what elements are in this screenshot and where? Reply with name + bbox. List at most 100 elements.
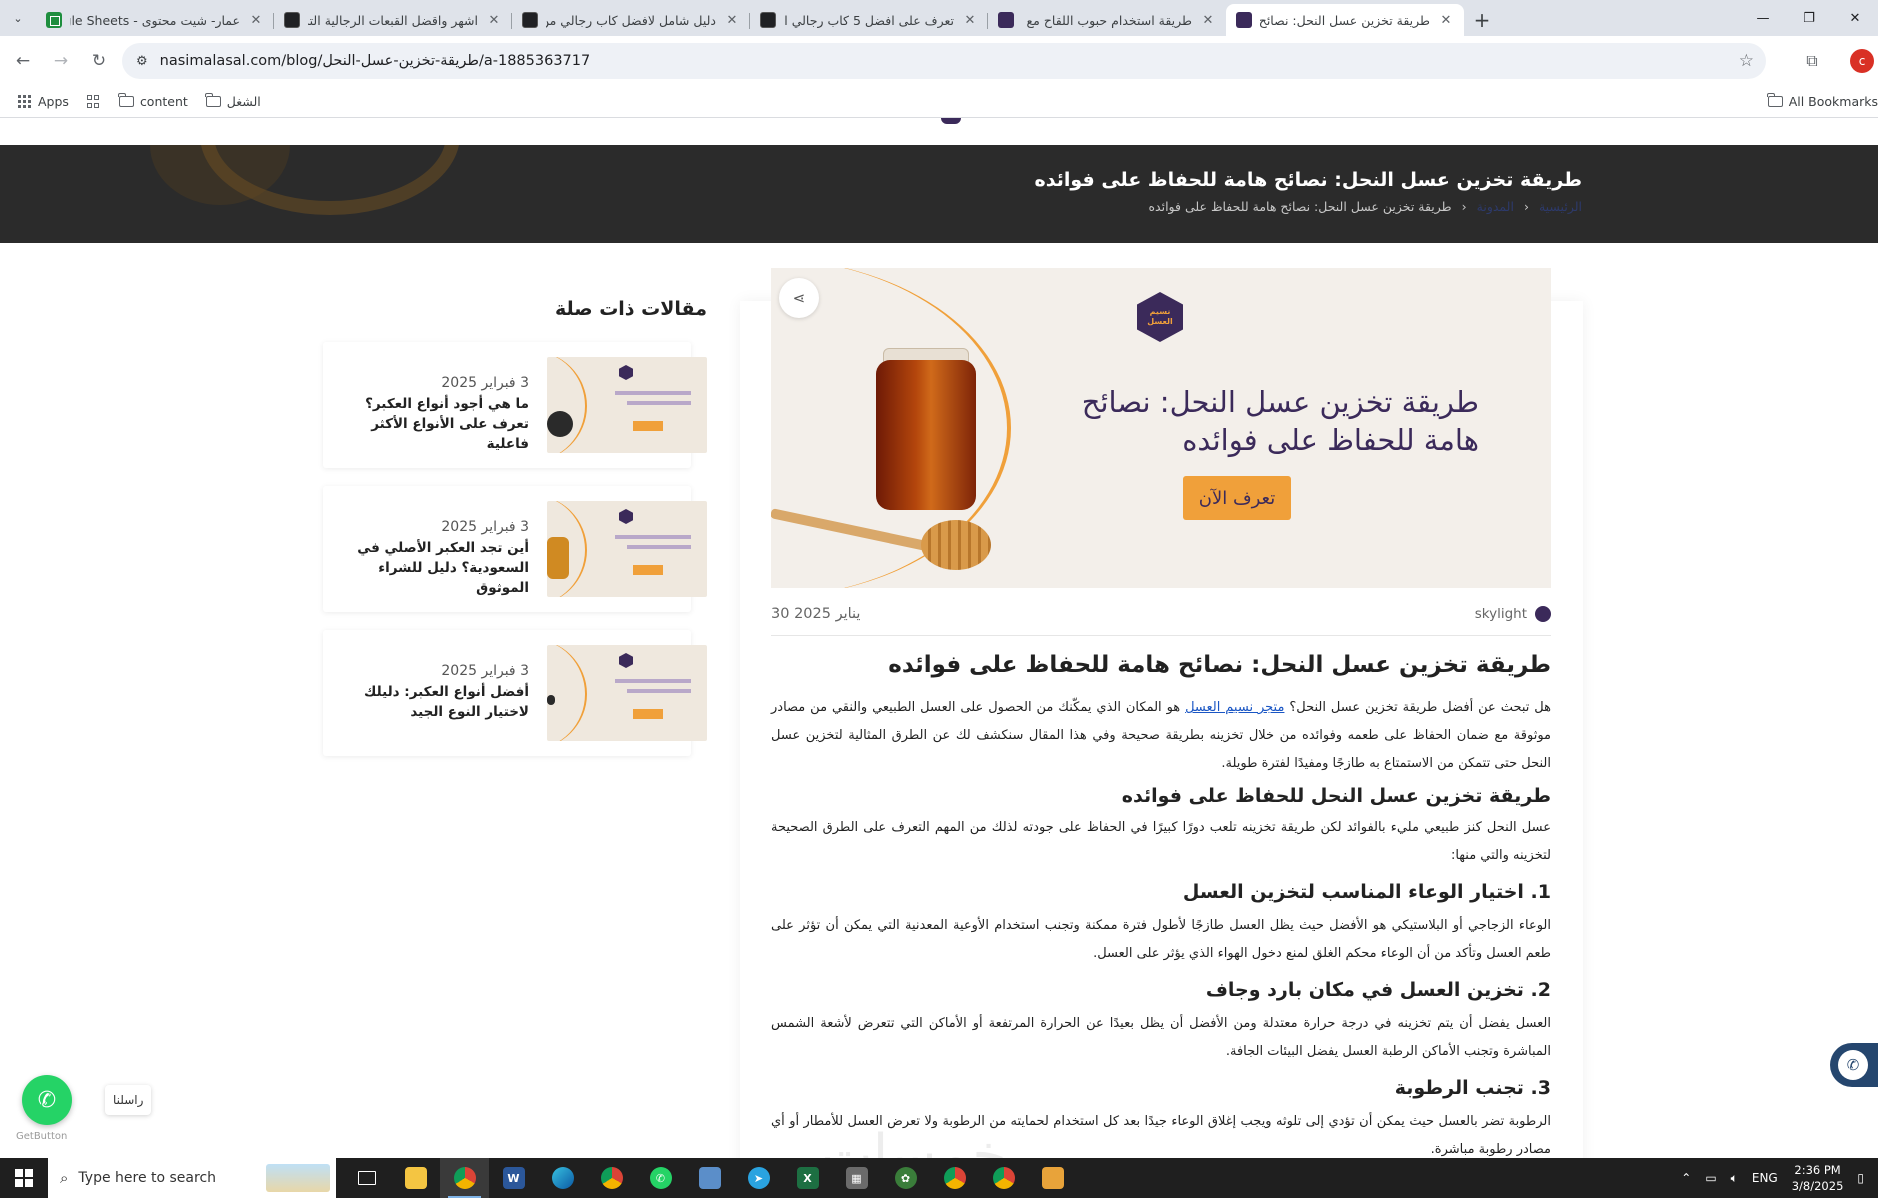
- bookmark-label: Apps: [38, 94, 69, 109]
- close-icon[interactable]: ✕: [1438, 13, 1454, 28]
- forward-button[interactable]: →: [42, 43, 80, 79]
- tab-google-sheets[interactable]: عمار- شيت محتوى - Google Sheets ✕: [36, 4, 274, 36]
- taskbar-clock[interactable]: 2:36 PM 3/8/2025: [1792, 1162, 1844, 1194]
- language-indicator[interactable]: ENG: [1752, 1171, 1778, 1185]
- address-bar[interactable]: ⚙ nasimalasal.com/blog/طريقة-تخزين-عسل-ا…: [122, 43, 1766, 79]
- window-controls: — ❐ ✕: [1740, 0, 1878, 36]
- tab-search-button[interactable]: ⌄: [0, 0, 36, 36]
- profile-avatar[interactable]: c: [1850, 49, 1874, 73]
- document-app-icon: [1041, 1167, 1064, 1189]
- whatsapp-chat-button[interactable]: ✆: [22, 1075, 72, 1125]
- section-heading: طريقة تخزين عسل النحل للحفاظ على فوائده: [1121, 785, 1551, 807]
- whatsapp-side-button[interactable]: ✆: [1830, 1043, 1878, 1087]
- related-article-card[interactable]: 3 فبراير 2025 ما هي أجود أنواع العكبر؟ ت…: [323, 342, 707, 468]
- related-article-title[interactable]: أفضل أنواع العكبر: دليلك لاختيار النوع ا…: [349, 682, 529, 722]
- site-logo-peek[interactable]: [941, 118, 961, 124]
- bookmark-folder-work[interactable]: الشغل: [205, 93, 261, 109]
- site-info-icon[interactable]: ⚙: [136, 54, 148, 69]
- whatsapp-chat-label[interactable]: راسلنا: [105, 1085, 152, 1115]
- back-button[interactable]: ←: [4, 43, 42, 79]
- telegram-button[interactable]: ➤: [734, 1158, 783, 1198]
- start-button[interactable]: [0, 1158, 48, 1198]
- notification-icon[interactable]: ▯: [1857, 1171, 1864, 1185]
- chrome-icon: [992, 1167, 1015, 1189]
- folder-icon: [118, 93, 134, 107]
- task-view-button[interactable]: [342, 1158, 391, 1198]
- arrow-left-icon: ←: [15, 51, 31, 71]
- share-icon: ⋖: [792, 289, 806, 307]
- tab-title: طريقة تخزين عسل النحل: نصائح ه: [1260, 12, 1430, 28]
- hero-background-decoration: [200, 145, 460, 215]
- banner-cta-button[interactable]: تعرف الآن: [1183, 476, 1291, 520]
- related-article-title[interactable]: ما هي أجود أنواع العكبر؟ تعرف على الأنوا…: [349, 394, 529, 454]
- breadcrumb-home-link[interactable]: الرئيسية: [1539, 199, 1582, 214]
- extensions-icon[interactable]: ⧉: [1794, 43, 1830, 79]
- word-button[interactable]: W: [489, 1158, 538, 1198]
- file-explorer-button[interactable]: [391, 1158, 440, 1198]
- article-author: skylight: [1475, 606, 1551, 622]
- close-icon[interactable]: ✕: [724, 13, 740, 28]
- tab-caps-3[interactable]: تعرف على افضل 5 كاب رجالي اد ✕: [750, 4, 988, 36]
- window-close-icon[interactable]: ✕: [1832, 0, 1878, 36]
- chrome-button[interactable]: [440, 1158, 489, 1198]
- related-article-card[interactable]: 3 فبراير 2025 أين تجد العكبر الأصلي في ا…: [323, 486, 707, 612]
- chevron-up-icon[interactable]: ⌃: [1681, 1171, 1691, 1185]
- bookmark-apps[interactable]: Apps: [18, 94, 69, 109]
- bookmark-star-icon[interactable]: ☆: [1739, 51, 1754, 71]
- chrome-profile-button[interactable]: [930, 1158, 979, 1198]
- volume-icon[interactable]: 🔈︎: [1731, 1171, 1738, 1186]
- related-article-title[interactable]: أين تجد العكبر الأصلي في السعودية؟ دليل …: [349, 538, 529, 598]
- minimize-icon[interactable]: —: [1740, 0, 1786, 36]
- browser-toolbar: ← → ↻ ⚙ nasimalasal.com/blog/طريقة-تخزين…: [0, 36, 1878, 86]
- related-article-card[interactable]: 3 فبراير 2025 أفضل أنواع العكبر: دليلك ل…: [323, 630, 707, 756]
- close-icon[interactable]: ✕: [1200, 13, 1216, 28]
- bookmark-apps-launcher[interactable]: [86, 94, 101, 109]
- app-button[interactable]: ✿: [881, 1158, 930, 1198]
- whatsapp-icon: ✆: [649, 1167, 672, 1189]
- tab-title: تعرف على افضل 5 كاب رجالي اد: [784, 12, 954, 28]
- tab-strip: ⌄ عمار- شيت محتوى - Google Sheets ✕ اشهر…: [0, 0, 1878, 36]
- chrome-profile-button[interactable]: [979, 1158, 1028, 1198]
- clock-date: 3/8/2025: [1791, 1179, 1844, 1193]
- banner-headline: طريقة تخزين عسل النحل: نصائح هامة للحفاظ…: [1081, 385, 1479, 457]
- related-article-date: 3 فبراير 2025: [441, 375, 529, 391]
- share-button[interactable]: ⋖: [779, 278, 819, 318]
- close-icon[interactable]: ✕: [248, 13, 264, 28]
- close-icon[interactable]: ✕: [962, 13, 978, 28]
- article-date: 30 يناير 2025: [771, 606, 861, 622]
- app-button[interactable]: [685, 1158, 734, 1198]
- tab-caps-2[interactable]: دليل شامل لافضل كاب رجالي من ✕: [512, 4, 750, 36]
- getbutton-credit[interactable]: GetButton: [16, 1131, 67, 1142]
- tab-pollen[interactable]: طريقة استخدام حبوب اللقاح مع ا ✕: [988, 4, 1226, 36]
- site-favicon-icon: [284, 12, 300, 28]
- network-icon[interactable]: ▭: [1705, 1171, 1716, 1185]
- restore-icon[interactable]: ❐: [1786, 0, 1832, 36]
- calculator-button[interactable]: ▦: [832, 1158, 881, 1198]
- all-bookmarks[interactable]: All Bookmarks: [1767, 93, 1878, 109]
- url-text[interactable]: nasimalasal.com/blog/طريقة-تخزين-عسل-الن…: [160, 53, 591, 69]
- apps-icon: [86, 94, 101, 109]
- taskbar-search[interactable]: ⌕ Type here to search: [48, 1158, 336, 1198]
- chrome-profile-button[interactable]: [587, 1158, 636, 1198]
- close-icon[interactable]: ✕: [486, 13, 502, 28]
- reload-button[interactable]: ↻: [80, 43, 118, 79]
- brand-favicon-icon: [1236, 12, 1252, 28]
- tab-honey-storage-active[interactable]: طريقة تخزين عسل النحل: نصائح ه ✕: [1226, 4, 1464, 36]
- tab-caps-1[interactable]: اشهر واقضل القبعات الرجالية التر ✕: [274, 4, 512, 36]
- whatsapp-app-button[interactable]: ✆: [636, 1158, 685, 1198]
- edge-button[interactable]: [538, 1158, 587, 1198]
- bookmark-folder-content[interactable]: content: [118, 93, 188, 109]
- store-link[interactable]: متجر نسيم العسل: [1185, 700, 1284, 715]
- folder-icon: [404, 1167, 427, 1189]
- apps-grid-icon: [18, 94, 32, 109]
- article-meta: 30 يناير 2025 skylight: [771, 606, 1551, 636]
- breadcrumb-blog-link[interactable]: المدونة: [1477, 199, 1514, 214]
- new-tab-button[interactable]: +: [1464, 4, 1500, 36]
- app-button[interactable]: [1028, 1158, 1077, 1198]
- section-paragraph: عسل النحل كنز طبيعي مليء بالفوائد لكن طر…: [771, 820, 1551, 863]
- related-article-thumbnail: [547, 501, 707, 597]
- excel-button[interactable]: X: [783, 1158, 832, 1198]
- whatsapp-icon: ✆: [37, 1087, 57, 1113]
- chevron-down-icon: ⌄: [13, 11, 23, 25]
- chrome-icon: [943, 1167, 966, 1189]
